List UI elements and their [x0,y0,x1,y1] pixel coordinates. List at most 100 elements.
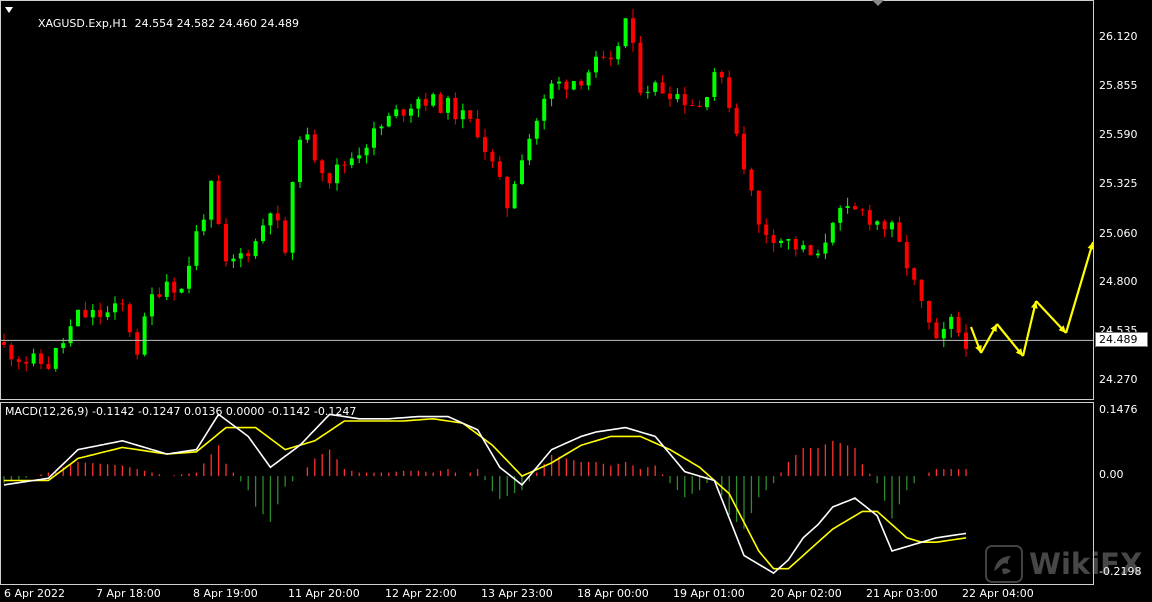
candle-bull [179,288,184,293]
candle-bear [216,180,221,224]
candle-bull [268,213,273,226]
candle-bull [90,309,95,318]
candle-bear [749,169,754,191]
candle-bear [608,57,613,60]
candle-bull [712,72,717,98]
candle-bull [949,316,954,329]
candle-bull [61,343,66,348]
candle-bull [786,238,791,241]
candle-bear [912,268,917,280]
chart-shift-marker-icon[interactable] [872,0,884,6]
candle-bear [897,222,902,242]
candle-bear [320,160,325,174]
candle-bear [808,245,813,256]
candle-bear [690,105,695,107]
candle-bull [616,46,621,60]
candle-bull [409,108,413,116]
candle-bull [705,97,709,108]
price-chart-panel[interactable]: XAGUSD.Exp,H1 24.554 24.582 24.460 24.48… [0,0,1094,400]
candle-bull [305,134,310,140]
candle-bear [327,173,332,184]
candle-bull [113,303,117,313]
candle-bull [209,180,214,220]
time-axis-label: 11 Apr 20:00 [288,587,360,600]
candle-bull [534,120,539,139]
candle-bull [675,94,680,100]
candle-bull [557,81,561,84]
price-axis-label: 25.325 [1099,177,1138,191]
candle-bull [542,98,547,121]
price-axis-label: 25.855 [1099,79,1138,93]
candle-bear [727,77,732,108]
candle-bull [431,94,436,106]
candle-bull [31,353,36,364]
candle-bull [394,109,399,116]
time-axis-label: 19 Apr 01:00 [673,587,745,600]
candle-bull [823,242,828,254]
candle-bull [875,221,880,225]
candle-bear [401,109,406,116]
time-axis-label: 18 Apr 00:00 [577,587,649,600]
candle-bull [586,72,591,86]
candle-bull [446,97,450,113]
candle-bear [771,235,776,244]
candle-bull [549,83,554,99]
candle-bull [357,155,362,159]
candle-bear [46,363,51,369]
candle-bear [867,210,872,225]
candle-bull [653,82,658,92]
candle-bull [379,126,384,129]
symbol-timeframe: XAGUSD.Exp,H1 [37,17,128,30]
candle-bull [238,253,243,259]
forecast-arrowhead-icon [1087,242,1093,250]
candle-bull [520,160,524,185]
candle-bull [594,56,598,73]
candle-bull [76,309,80,327]
candle-bull [364,147,369,156]
candle-bear [660,82,665,94]
candle-bear [9,344,14,360]
triangle-down-icon[interactable] [5,7,13,13]
candle-bear [283,220,288,253]
candle-bear [83,309,88,318]
macd-line [3,413,967,575]
candle-bear [756,190,761,225]
forecast-arrow-segment [1064,241,1093,334]
time-axis-label: 7 Apr 18:00 [96,587,161,600]
candle-bear [157,294,162,297]
candle-bull [838,208,843,223]
candle-bull [187,265,191,289]
candle-bull [816,253,820,256]
wikifx-logo-icon [985,545,1023,583]
candle-bear [172,281,177,293]
candle-bear [98,309,103,318]
candle-bull [164,281,169,297]
price-axis-label: 24.270 [1099,373,1138,386]
candle-bear [423,99,428,106]
watermark-text: WikiFX [1029,547,1143,581]
candle-bull [201,219,206,232]
macd-panel[interactable]: MACD(12,26,9) -0.1142 -0.1247 0.0136 0.0… [0,402,1094,585]
candle-bear [275,213,280,221]
candle-bull [645,91,650,93]
candle-bear [934,322,939,339]
candle-bull [231,258,236,262]
ohlc-values: 24.554 24.582 24.460 24.489 [134,17,300,30]
candle-bull [512,184,517,209]
time-axis-label: 22 Apr 04:00 [962,587,1034,600]
candle-bear [927,300,931,323]
time-axis-label: 13 Apr 23:00 [481,587,553,600]
candle-bear [135,332,140,355]
candle-bear [601,56,606,58]
candle-bear [638,42,643,93]
watermark: WikiFX [985,545,1145,585]
candle-bear [956,316,961,333]
candle-bear [904,241,909,269]
header-label: XAGUSD.Exp,H1 24.554 24.582 24.460 24.48… [17,4,299,43]
candle-bear [882,221,887,230]
price-axis-label: 25.590 [1099,128,1138,142]
candle-bull [372,128,376,148]
candle-bull [386,115,391,127]
candle-bull [527,138,532,161]
macd-header-label: MACD(12,26,9) -0.1142 -0.1247 0.0136 0.0… [5,405,357,418]
